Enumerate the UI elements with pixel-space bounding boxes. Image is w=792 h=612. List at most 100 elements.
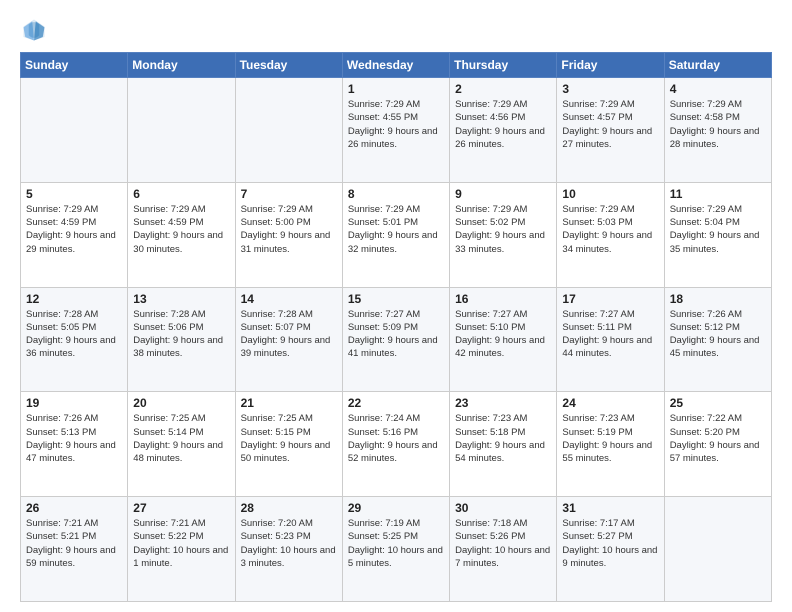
day-info: Sunrise: 7:29 AM Sunset: 5:00 PM Dayligh… [241,203,337,256]
calendar-cell: 5Sunrise: 7:29 AM Sunset: 4:59 PM Daylig… [21,182,128,287]
calendar-table: SundayMondayTuesdayWednesdayThursdayFrid… [20,52,772,602]
calendar-cell: 21 Sunrise: 7:25 AM Sunset: 5:15 PM Dayli… [235,392,342,497]
calendar-cell: 20 Sunrise: 7:25 AM Sunset: 5:14 PM Dayli… [128,392,235,497]
day-info: Sunrise: 7:22 AM Sunset: 5:20 PM Dayligh… [670,412,766,465]
day-number: 11 [670,187,766,201]
weekday-header-saturday: Saturday [664,53,771,78]
calendar-cell [128,78,235,183]
weekday-header-tuesday: Tuesday [235,53,342,78]
calendar-cell: 30Sunrise: 7:18 AM Sunset: 5:26 PM Dayli… [450,497,557,602]
calendar-cell: 6 Sunrise: 7:29 AM Sunset: 4:59 PM Daylig… [128,182,235,287]
weekday-header-friday: Friday [557,53,664,78]
day-info: Sunrise: 7:24 AM Sunset: 5:16 PM Dayligh… [348,412,444,465]
day-number: 13 [133,292,229,306]
calendar-week-row: 12 Sunrise: 7:28 AM Sunset: 5:05 PM Dayli… [21,287,772,392]
calendar-cell: 26 Sunrise: 7:21 AM Sunset: 5:21 PM Dayli… [21,497,128,602]
day-info: Sunrise: 7:28 AM Sunset: 5:05 PM Dayligh… [26,308,122,361]
calendar-cell [21,78,128,183]
day-info: Sunrise: 7:26 AM Sunset: 5:12 PM Dayligh… [670,308,766,361]
day-info: Sunrise: 7:29 AM Sunset: 4:59 PM Dayligh… [133,203,229,256]
day-info: Sunrise: 7:28 AM Sunset: 5:06 PM Dayligh… [133,308,229,361]
day-info: Sunrise: 7:18 AM Sunset: 5:26 PM Dayligh… [455,517,551,570]
calendar-cell: 13 Sunrise: 7:28 AM Sunset: 5:06 PM Dayli… [128,287,235,392]
calendar-cell: 3 Sunrise: 7:29 AM Sunset: 4:57 PM Daylig… [557,78,664,183]
day-number: 9 [455,187,551,201]
day-number: 24 [562,396,658,410]
weekday-header-wednesday: Wednesday [342,53,449,78]
calendar-cell: 22Sunrise: 7:24 AM Sunset: 5:16 PM Dayli… [342,392,449,497]
header [20,16,772,44]
day-number: 7 [241,187,337,201]
day-number: 17 [562,292,658,306]
day-number: 18 [670,292,766,306]
day-number: 12 [26,292,122,306]
calendar-cell: 10Sunrise: 7:29 AM Sunset: 5:03 PM Dayli… [557,182,664,287]
calendar-cell: 28 Sunrise: 7:20 AM Sunset: 5:23 PM Dayli… [235,497,342,602]
day-number: 15 [348,292,444,306]
calendar-week-row: 26 Sunrise: 7:21 AM Sunset: 5:21 PM Dayli… [21,497,772,602]
day-number: 6 [133,187,229,201]
weekday-header-sunday: Sunday [21,53,128,78]
day-info: Sunrise: 7:29 AM Sunset: 5:02 PM Dayligh… [455,203,551,256]
page: SundayMondayTuesdayWednesdayThursdayFrid… [0,0,792,612]
calendar-cell: 14 Sunrise: 7:28 AM Sunset: 5:07 PM Dayli… [235,287,342,392]
day-info: Sunrise: 7:23 AM Sunset: 5:19 PM Dayligh… [562,412,658,465]
logo-icon [20,16,48,44]
day-info: Sunrise: 7:28 AM Sunset: 5:07 PM Dayligh… [241,308,337,361]
day-info: Sunrise: 7:26 AM Sunset: 5:13 PM Dayligh… [26,412,122,465]
weekday-header-thursday: Thursday [450,53,557,78]
day-info: Sunrise: 7:20 AM Sunset: 5:23 PM Dayligh… [241,517,337,570]
calendar-cell: 4 Sunrise: 7:29 AM Sunset: 4:58 PM Daylig… [664,78,771,183]
day-info: Sunrise: 7:21 AM Sunset: 5:22 PM Dayligh… [133,517,229,570]
calendar-cell: 24 Sunrise: 7:23 AM Sunset: 5:19 PM Dayli… [557,392,664,497]
day-number: 21 [241,396,337,410]
day-number: 3 [562,82,658,96]
day-info: Sunrise: 7:29 AM Sunset: 5:01 PM Dayligh… [348,203,444,256]
calendar-cell: 18 Sunrise: 7:26 AM Sunset: 5:12 PM Dayli… [664,287,771,392]
day-number: 25 [670,396,766,410]
day-number: 1 [348,82,444,96]
calendar-week-row: 5 Sunrise: 7:29 AM Sunset: 4:59 PM Daylig… [21,182,772,287]
day-number: 27 [133,501,229,515]
calendar-cell: 15 Sunrise: 7:27 AM Sunset: 5:09 PM Dayli… [342,287,449,392]
day-number: 10 [562,187,658,201]
logo [20,16,52,44]
day-info: Sunrise: 7:29 AM Sunset: 5:04 PM Dayligh… [670,203,766,256]
calendar-cell: 23 Sunrise: 7:23 AM Sunset: 5:18 PM Dayli… [450,392,557,497]
day-info: Sunrise: 7:21 AM Sunset: 5:21 PM Dayligh… [26,517,122,570]
day-number: 4 [670,82,766,96]
calendar-cell: 31 Sunrise: 7:17 AM Sunset: 5:27 PM Dayli… [557,497,664,602]
day-info: Sunrise: 7:23 AM Sunset: 5:18 PM Dayligh… [455,412,551,465]
calendar-week-row: 19 Sunrise: 7:26 AM Sunset: 5:13 PM Dayli… [21,392,772,497]
day-number: 20 [133,396,229,410]
weekday-header-monday: Monday [128,53,235,78]
calendar-cell [664,497,771,602]
day-info: Sunrise: 7:27 AM Sunset: 5:09 PM Dayligh… [348,308,444,361]
day-info: Sunrise: 7:25 AM Sunset: 5:14 PM Dayligh… [133,412,229,465]
day-number: 28 [241,501,337,515]
day-number: 26 [26,501,122,515]
day-number: 31 [562,501,658,515]
calendar-cell: 16 Sunrise: 7:27 AM Sunset: 5:10 PM Dayli… [450,287,557,392]
day-info: Sunrise: 7:29 AM Sunset: 4:57 PM Dayligh… [562,98,658,151]
day-info: Sunrise: 7:25 AM Sunset: 5:15 PM Dayligh… [241,412,337,465]
day-info: Sunrise: 7:27 AM Sunset: 5:11 PM Dayligh… [562,308,658,361]
weekday-header-row: SundayMondayTuesdayWednesdayThursdayFrid… [21,53,772,78]
day-info: Sunrise: 7:17 AM Sunset: 5:27 PM Dayligh… [562,517,658,570]
calendar-cell: 19 Sunrise: 7:26 AM Sunset: 5:13 PM Dayli… [21,392,128,497]
day-number: 19 [26,396,122,410]
day-info: Sunrise: 7:27 AM Sunset: 5:10 PM Dayligh… [455,308,551,361]
calendar-cell: 12 Sunrise: 7:28 AM Sunset: 5:05 PM Dayli… [21,287,128,392]
calendar-cell: 11 Sunrise: 7:29 AM Sunset: 5:04 PM Dayli… [664,182,771,287]
day-number: 23 [455,396,551,410]
day-number: 16 [455,292,551,306]
calendar-cell: 2Sunrise: 7:29 AM Sunset: 4:56 PM Daylig… [450,78,557,183]
calendar-cell [235,78,342,183]
calendar-cell: 1Sunrise: 7:29 AM Sunset: 4:55 PM Daylig… [342,78,449,183]
day-number: 8 [348,187,444,201]
day-info: Sunrise: 7:29 AM Sunset: 4:58 PM Dayligh… [670,98,766,151]
day-number: 5 [26,187,122,201]
calendar-cell: 29Sunrise: 7:19 AM Sunset: 5:25 PM Dayli… [342,497,449,602]
day-number: 14 [241,292,337,306]
calendar-week-row: 1Sunrise: 7:29 AM Sunset: 4:55 PM Daylig… [21,78,772,183]
